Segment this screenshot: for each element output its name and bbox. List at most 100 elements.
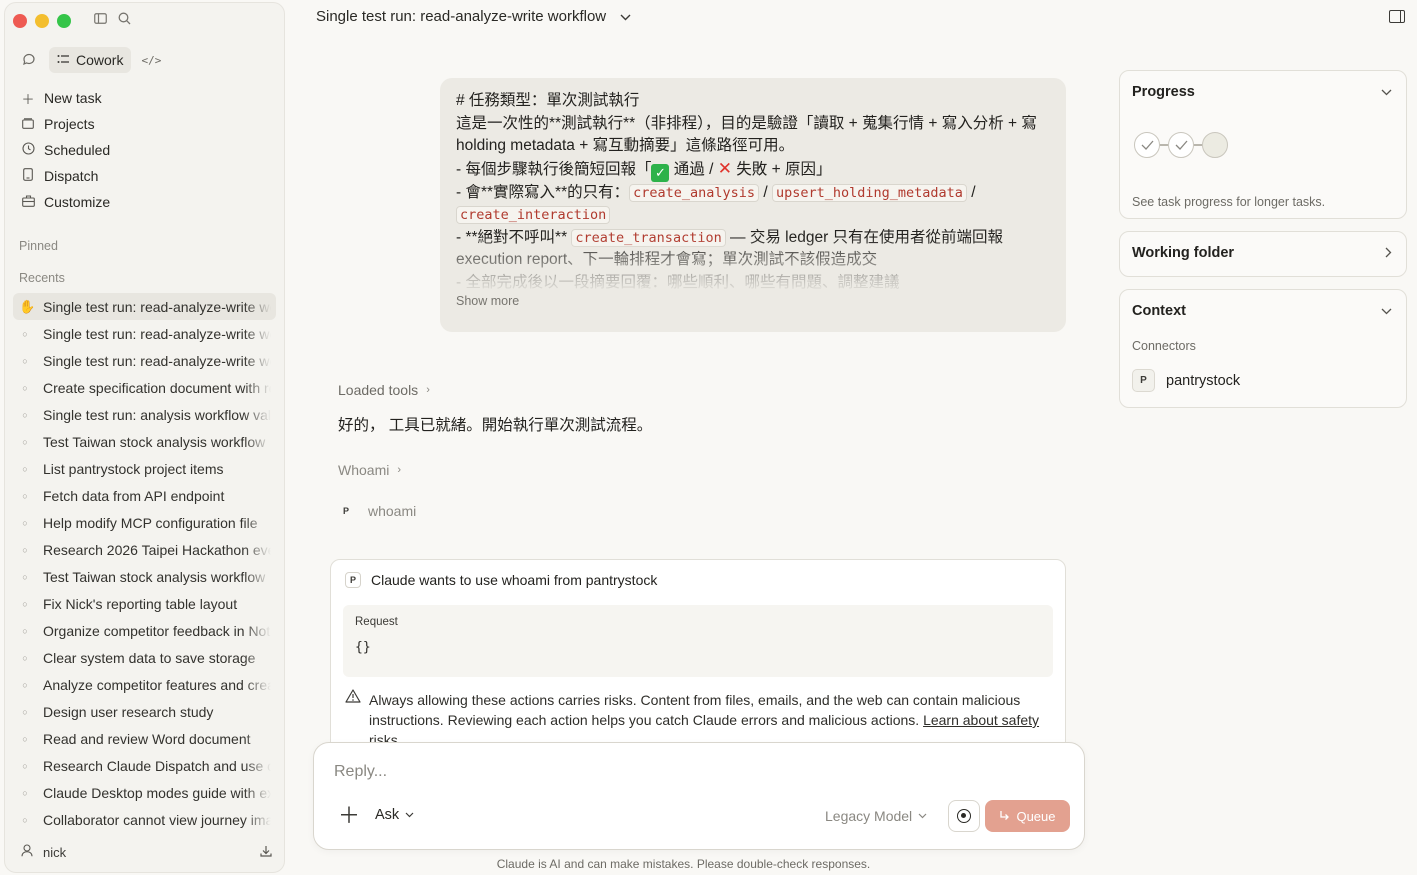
circle-icon: ○	[22, 787, 28, 798]
record-button[interactable]	[948, 800, 980, 832]
message-text: - 每個步驟執行後簡短回報「	[456, 160, 652, 178]
search-icon[interactable]	[118, 12, 131, 28]
circle-icon: ○	[22, 517, 28, 528]
message-line: - 每個步驟執行後簡短回報「 ✓ 通過 / ✕ 失敗 + 原因」	[456, 158, 1050, 182]
connector-badge-icon: P	[1132, 369, 1155, 392]
list-item[interactable]: ○ Collaborator cannot view journey images	[13, 806, 276, 833]
show-more-button[interactable]: Show more	[456, 294, 519, 308]
request-box: Request {}	[343, 605, 1053, 677]
close-window-button[interactable]	[13, 14, 27, 28]
list-item[interactable]: ○ Fix Nick's reporting table layout	[13, 590, 276, 617]
list-item[interactable]: ○ Fetch data from API endpoint	[13, 482, 276, 509]
list-item[interactable]: ○ List pantrystock project items	[13, 455, 276, 482]
sidebar-toggle-icon[interactable]	[94, 12, 107, 27]
warning-icon	[345, 689, 361, 750]
list-item[interactable]: ○ Test Taiwan stock analysis workflow	[13, 428, 276, 455]
chevron-down-icon[interactable]	[1381, 85, 1392, 99]
cross-mark-icon: ✕	[717, 158, 732, 178]
progress-card: Progress See task progress for longer ta…	[1119, 70, 1407, 219]
window-controls	[13, 14, 71, 28]
nav-label: Customize	[44, 194, 111, 210]
circle-icon: ○	[22, 571, 28, 582]
sidebar-item-projects[interactable]: Projects	[15, 111, 274, 137]
request-value: {}	[355, 640, 371, 655]
circle-icon: ○	[22, 814, 28, 825]
whoami-toggle[interactable]: Whoami ›	[338, 462, 401, 478]
reply-input[interactable]	[334, 763, 1034, 781]
circle-icon: ○	[22, 679, 28, 690]
nav-label: New task	[44, 90, 102, 106]
connector-item[interactable]: P pantrystock	[1132, 369, 1240, 392]
step-done-icon	[1168, 132, 1194, 158]
sidebar-nav: ＋ New task Projects Scheduled Dispatch C…	[15, 85, 274, 215]
permission-header: P Claude wants to use whoami from pantry…	[345, 572, 657, 588]
list-item[interactable]: ○Single test run: read-analyze-write wor…	[13, 320, 276, 347]
chevron-down-icon	[620, 10, 631, 24]
progress-note: See task progress for longer tasks.	[1132, 195, 1326, 209]
message-line: - 全部完成後以一段摘要回覆：哪些順利、哪些有問題、調整建議	[456, 273, 900, 291]
list-item[interactable]: ○Create specification document with requ…	[13, 374, 276, 401]
list-item[interactable]: ○Claude Desktop modes guide with example…	[13, 779, 276, 806]
sidebar-item-new-task[interactable]: ＋ New task	[15, 85, 274, 111]
model-select[interactable]: Legacy Model	[825, 808, 927, 824]
permission-card: P Claude wants to use whoami from pantry…	[330, 559, 1066, 759]
step-connector	[1194, 144, 1202, 146]
chevron-down-icon	[405, 810, 414, 820]
hand-icon: ✋	[19, 298, 36, 314]
right-panel-toggle-icon[interactable]	[1389, 10, 1405, 23]
list-item[interactable]: ○Research Claude Dispatch and use cases	[13, 752, 276, 779]
nav-label: Scheduled	[44, 142, 111, 158]
check-mark-icon: ✓	[651, 163, 670, 182]
message-line: 這是一次性的**測試執行**（非排程），目的是驗證「讀取 + 蒐集行情 + 寫入…	[456, 114, 1037, 155]
recents-list: ✋Single test run: read-analyze-write wor…	[13, 293, 276, 833]
add-attachment-button[interactable]: ＋	[338, 805, 360, 827]
list-item[interactable]: ○ Help modify MCP configuration file	[13, 509, 276, 536]
list-item[interactable]: ○ Test Taiwan stock analysis workflow	[13, 563, 276, 590]
list-item[interactable]: ○Single test run: read-analyze-write wor…	[13, 347, 276, 374]
chevron-right-icon	[1385, 247, 1392, 261]
queue-button[interactable]: Queue	[985, 800, 1070, 832]
progress-steps	[1134, 132, 1228, 158]
circle-icon: ○	[22, 598, 28, 609]
list-item[interactable]: ○ Design user research study	[13, 698, 276, 725]
tool-call-row: P whoami	[338, 503, 416, 519]
loaded-tools-toggle[interactable]: Loaded tools ›	[338, 382, 430, 398]
list-item[interactable]: ○Single test run: analysis workflow vali…	[13, 401, 276, 428]
nav-label: Projects	[44, 116, 95, 132]
list-item[interactable]: ○ Clear system data to save storage	[13, 644, 276, 671]
sidebar-item-scheduled[interactable]: Scheduled	[15, 137, 274, 163]
chat-title-button[interactable]: Single test run: read-analyze-write work…	[316, 8, 631, 25]
working-folder-title: Working folder	[1132, 245, 1235, 261]
mode-switcher: Cowork </>	[17, 47, 163, 73]
request-label: Request	[355, 616, 398, 628]
list-item[interactable]: ○ Read and review Word document	[13, 725, 276, 752]
circle-icon: ○	[22, 544, 28, 555]
composer: ＋ Ask Legacy Model Queue	[313, 742, 1085, 850]
chevron-down-icon[interactable]	[1381, 304, 1392, 318]
list-item[interactable]: ○ Research 2026 Taipei Hackathon events	[13, 536, 276, 563]
mode-select[interactable]: Ask	[375, 807, 414, 823]
chevron-right-icon: ›	[426, 384, 430, 396]
code-mode-icon[interactable]: </>	[139, 48, 163, 72]
list-item[interactable]: ○Analyze competitor features and create …	[13, 671, 276, 698]
circle-icon: ○	[22, 760, 28, 771]
risk-warning: Always allowing these actions carries ri…	[345, 689, 1057, 750]
inline-code: upsert_holding_metadata	[771, 183, 967, 202]
clock-icon	[21, 142, 35, 158]
message-line: - **絕對不呼叫** create_transaction — 交易 ledg…	[456, 227, 1050, 272]
nav-label: Dispatch	[44, 168, 99, 184]
working-folder-card[interactable]: Working folder	[1119, 231, 1407, 277]
maximize-window-button[interactable]	[57, 14, 71, 28]
disclaimer: Claude is AI and can make mistakes. Plea…	[496, 857, 871, 871]
user-message: # 任務類型：單次測試執行 這是一次性的**測試執行**（非排程），目的是驗證「…	[440, 78, 1066, 332]
sidebar-item-dispatch[interactable]: Dispatch	[15, 163, 274, 189]
cowork-mode-button[interactable]: Cowork	[49, 47, 132, 73]
list-item[interactable]: ✋Single test run: read-analyze-write wor…	[13, 293, 276, 320]
list-item[interactable]: ○ Organize competitor feedback in Notion	[13, 617, 276, 644]
chat-mode-icon[interactable]	[17, 48, 41, 72]
circle-icon: ○	[22, 355, 28, 366]
assistant-reply: 好的， 工具已就緒。開始執行單次測試流程。	[338, 417, 653, 434]
message-text: - **絕對不呼叫**	[456, 228, 572, 246]
minimize-window-button[interactable]	[35, 14, 49, 28]
sidebar-item-customize[interactable]: Customize	[15, 189, 274, 215]
